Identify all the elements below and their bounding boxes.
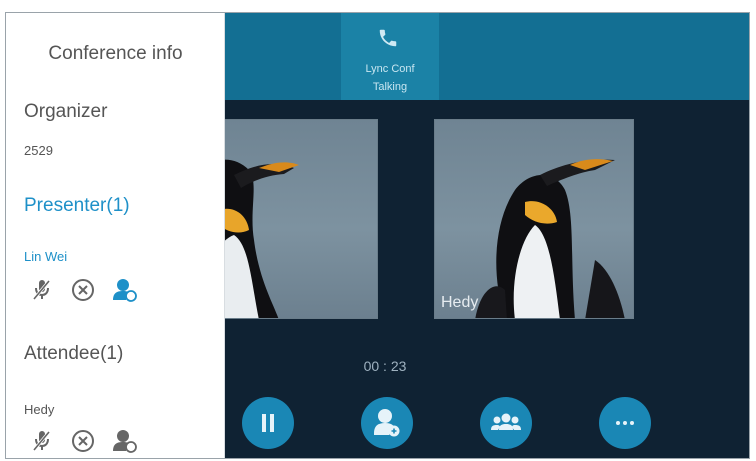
remove-icon[interactable] xyxy=(69,276,97,304)
pause-icon xyxy=(262,414,274,432)
presenter-role-icon[interactable] xyxy=(110,275,138,303)
presenter-name[interactable]: Lin Wei xyxy=(24,249,67,264)
call-status: Talking xyxy=(372,81,408,93)
add-participant-button[interactable] xyxy=(361,397,413,449)
organizer-value: 2529 xyxy=(24,143,53,158)
manage-participants-button[interactable] xyxy=(480,397,532,449)
mute-mic-icon[interactable] xyxy=(28,426,56,454)
video-label: Hedy xyxy=(441,294,479,311)
hold-button[interactable] xyxy=(242,397,294,449)
presenter-heading: Presenter(1) xyxy=(24,195,130,216)
attendee-role-icon[interactable] xyxy=(110,426,138,454)
conference-info-panel: Conference info Organizer 2529 Presenter… xyxy=(6,13,225,458)
attendee-name[interactable]: Hedy xyxy=(24,402,54,417)
more-button[interactable] xyxy=(599,397,651,449)
group-icon xyxy=(491,413,521,430)
phone-screen: Lync Conf Talking Hedy 00 : 23 Conferenc… xyxy=(5,12,750,459)
mute-mic-icon[interactable] xyxy=(28,275,56,303)
call-timer: 00 : 23 xyxy=(363,358,407,374)
remove-icon[interactable] xyxy=(69,427,97,455)
organizer-heading: Organizer xyxy=(24,101,108,122)
panel-title: Conference info xyxy=(48,43,183,64)
add-user-icon xyxy=(374,409,400,437)
call-name: Lync Conf xyxy=(365,63,415,75)
more-icon xyxy=(616,421,634,425)
attendee-heading: Attendee(1) xyxy=(24,343,124,364)
participant-video[interactable]: Hedy xyxy=(434,119,634,319)
call-tab[interactable]: Lync Conf Talking xyxy=(341,13,439,100)
penguin-image xyxy=(475,159,625,318)
phone-icon xyxy=(379,29,397,47)
